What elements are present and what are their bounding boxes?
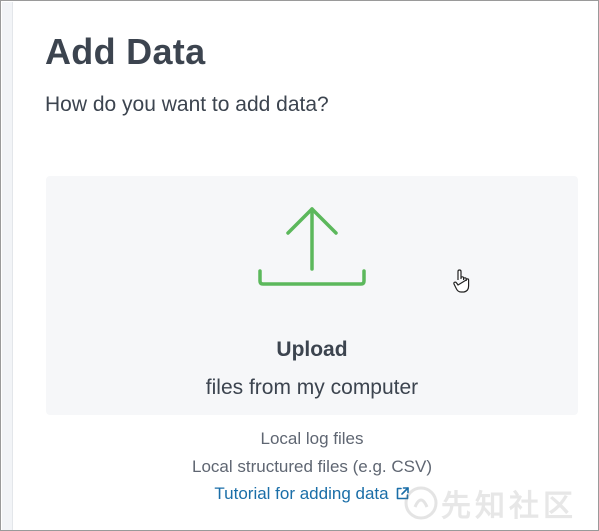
watermark-label: 先知社区 [441,490,577,523]
page-subtitle: How do you want to add data? [45,93,329,116]
add-data-panel: Add Data How do you want to add data? Up… [0,0,599,531]
upload-detail-structured-files: Local structured files (e.g. CSV) [192,457,432,476]
upload-subtitle[interactable]: files from my computer [46,376,578,400]
upload-title[interactable]: Upload [46,338,578,362]
upload-detail-log-files: Local log files [260,429,364,448]
left-sidebar-strip [2,2,13,530]
upload-icon [258,207,366,286]
page-title: Add Data [45,31,206,72]
hand-pointer-cursor-icon [453,269,470,293]
tutorial-link-label[interactable]: Tutorial for adding data [214,484,388,503]
watermark-text: 先知社区 [399,481,598,530]
